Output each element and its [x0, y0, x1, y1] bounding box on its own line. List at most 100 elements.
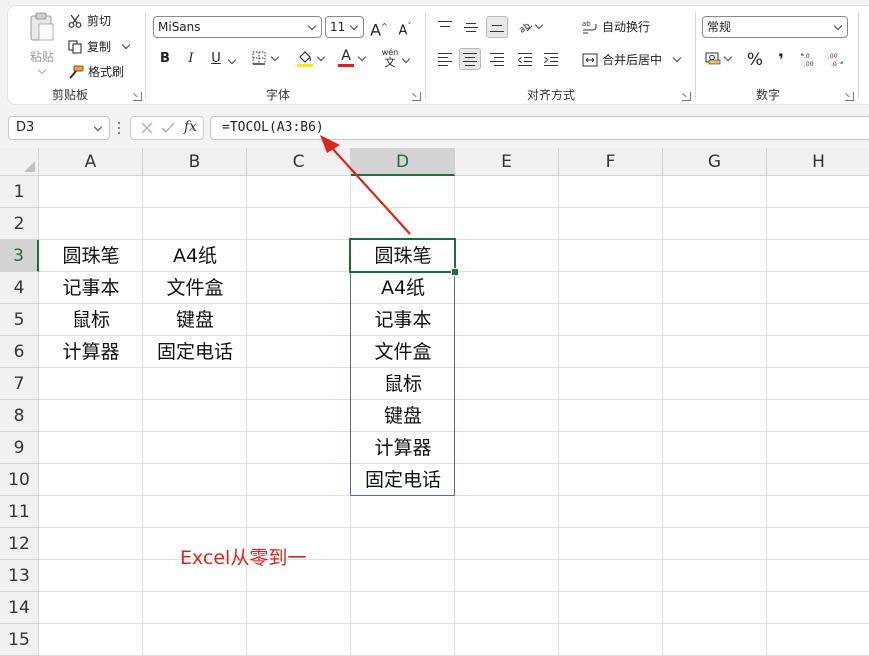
align-right-button[interactable] — [486, 48, 508, 70]
paste-label: 粘贴 — [29, 50, 54, 64]
fill-handle[interactable] — [451, 268, 459, 276]
underline-button[interactable]: U — [205, 48, 227, 70]
row-header-14[interactable]: 14 — [0, 592, 39, 624]
name-box[interactable]: D3 — [8, 116, 110, 140]
paste-button[interactable]: 粘贴 — [22, 12, 62, 75]
merge-center-button[interactable]: 合并后居中 — [582, 51, 682, 68]
decrease-indent-icon — [517, 53, 532, 67]
align-top-icon — [438, 21, 452, 33]
source-cell[interactable]: 圆珠笔 — [39, 240, 143, 272]
row-header-8[interactable]: 8 — [0, 400, 39, 432]
row-header-15[interactable]: 15 — [0, 624, 39, 656]
enter-icon[interactable] — [160, 120, 176, 136]
row-header-2[interactable]: 2 — [0, 208, 39, 240]
alignment-group-label: 对齐方式 — [526, 88, 575, 102]
gridline — [39, 527, 869, 528]
formula-input[interactable]: =TOCOL(A3:B6) — [210, 116, 869, 140]
column-header-a[interactable]: A — [39, 148, 143, 176]
spreadsheet-grid: ABCDEFGH 1 2 3 4 5 6 7 8 9 10 11 12 13 14 15 圆珠笔 A4纸 记事本… — [0, 148, 869, 656]
align-top-button[interactable] — [434, 16, 456, 38]
align-center-icon — [463, 53, 477, 67]
number-format-combobox[interactable]: 常规 — [702, 16, 848, 38]
font-color-dropdown-icon[interactable] — [357, 52, 367, 61]
comma-style-button[interactable]: ❜ — [770, 49, 792, 71]
font-name-combobox[interactable]: MiSans — [153, 16, 322, 38]
bold-button[interactable]: B — [154, 48, 176, 70]
increase-decimal-button[interactable]: .0.00 — [800, 51, 818, 68]
number-group-label: 数字 — [755, 88, 780, 102]
paste-dropdown-icon[interactable] — [37, 65, 47, 75]
row-header-4[interactable]: 4 — [0, 272, 39, 304]
spill-range-border — [350, 239, 455, 496]
fill-color-dropdown-icon[interactable] — [316, 52, 326, 61]
copy-dropdown-icon[interactable] — [121, 40, 131, 50]
select-all-button[interactable] — [0, 148, 39, 176]
orientation-button[interactable]: ab — [517, 18, 544, 36]
column-header-e[interactable]: E — [455, 148, 559, 176]
source-cell[interactable]: 计算器 — [39, 336, 143, 368]
wrap-text-button[interactable]: ab 自动换行 — [582, 18, 650, 35]
column-header-b[interactable]: B — [143, 148, 247, 176]
align-middle-button[interactable] — [460, 16, 482, 38]
borders-dropdown-icon[interactable] — [270, 52, 280, 61]
font-launcher-icon[interactable] — [412, 92, 421, 101]
shrink-font-button[interactable]: Aˇ — [394, 16, 416, 38]
align-left-button[interactable] — [434, 48, 456, 70]
borders-button[interactable] — [252, 51, 280, 65]
clipboard-icon — [29, 12, 55, 42]
row-header-5[interactable]: 5 — [0, 304, 39, 336]
percent-style-button[interactable]: % — [744, 49, 766, 71]
alignment-launcher-icon[interactable] — [682, 92, 691, 101]
decrease-indent-button[interactable] — [514, 48, 536, 70]
row-header-10[interactable]: 10 — [0, 464, 39, 496]
row-header-11[interactable]: 11 — [0, 496, 39, 528]
row-header-7[interactable]: 7 — [0, 368, 39, 400]
row-header-12[interactable]: 12 — [0, 528, 39, 560]
font-group-label: 字体 — [265, 88, 290, 102]
copy-button[interactable]: 复制 — [68, 38, 131, 55]
formula-bar-options-icon[interactable] — [117, 121, 121, 135]
source-cell[interactable]: 鼠标 — [39, 304, 143, 336]
fill-color-button[interactable] — [296, 49, 326, 67]
align-middle-icon — [464, 21, 478, 33]
column-header-f[interactable]: F — [559, 148, 663, 176]
group-separator — [858, 12, 859, 98]
font-size-combobox[interactable]: 11 — [325, 16, 364, 38]
column-header-c[interactable]: C — [247, 148, 351, 176]
row-header-3[interactable]: 3 — [0, 240, 39, 272]
column-header-d[interactable]: D — [351, 148, 455, 176]
accounting-format-button[interactable] — [705, 51, 733, 65]
column-header-h[interactable]: H — [767, 148, 869, 176]
row-header-1[interactable]: 1 — [0, 176, 39, 208]
phonetic-button[interactable]: wén 文 — [380, 48, 400, 69]
cancel-icon[interactable] — [139, 120, 155, 136]
chevron-down-icon — [349, 21, 359, 31]
gridline — [39, 559, 869, 560]
font-color-button[interactable]: A — [337, 48, 367, 68]
row-header-13[interactable]: 13 — [0, 560, 39, 592]
cut-button[interactable]: 剪切 — [68, 12, 111, 29]
align-bottom-button[interactable] — [486, 16, 508, 38]
accounting-dropdown-icon[interactable] — [723, 52, 733, 61]
clipboard-launcher-icon[interactable] — [133, 92, 142, 101]
grow-font-button[interactable]: A^ — [368, 16, 390, 39]
increase-indent-button[interactable] — [540, 48, 562, 70]
chevron-down-icon — [307, 21, 317, 31]
merge-dropdown-icon[interactable] — [672, 53, 682, 63]
source-cell[interactable]: 键盘 — [143, 304, 247, 336]
row-header-6[interactable]: 6 — [0, 336, 39, 368]
format-painter-button[interactable]: 格式刷 — [68, 63, 124, 80]
align-center-button[interactable] — [459, 48, 481, 70]
orientation-dropdown-icon[interactable] — [534, 20, 544, 29]
row-header-9[interactable]: 9 — [0, 432, 39, 464]
insert-function-icon[interactable]: fx — [184, 119, 197, 135]
number-launcher-icon[interactable] — [845, 92, 854, 101]
source-cell[interactable]: 文件盒 — [143, 272, 247, 304]
column-header-g[interactable]: G — [663, 148, 767, 176]
source-cell[interactable]: 记事本 — [39, 272, 143, 304]
italic-button[interactable]: I — [180, 48, 202, 70]
source-cell[interactable]: 固定电话 — [143, 336, 247, 368]
decrease-decimal-button[interactable]: .00.0 — [826, 51, 844, 68]
format-painter-label: 格式刷 — [88, 65, 125, 79]
source-cell[interactable]: A4纸 — [143, 240, 247, 272]
